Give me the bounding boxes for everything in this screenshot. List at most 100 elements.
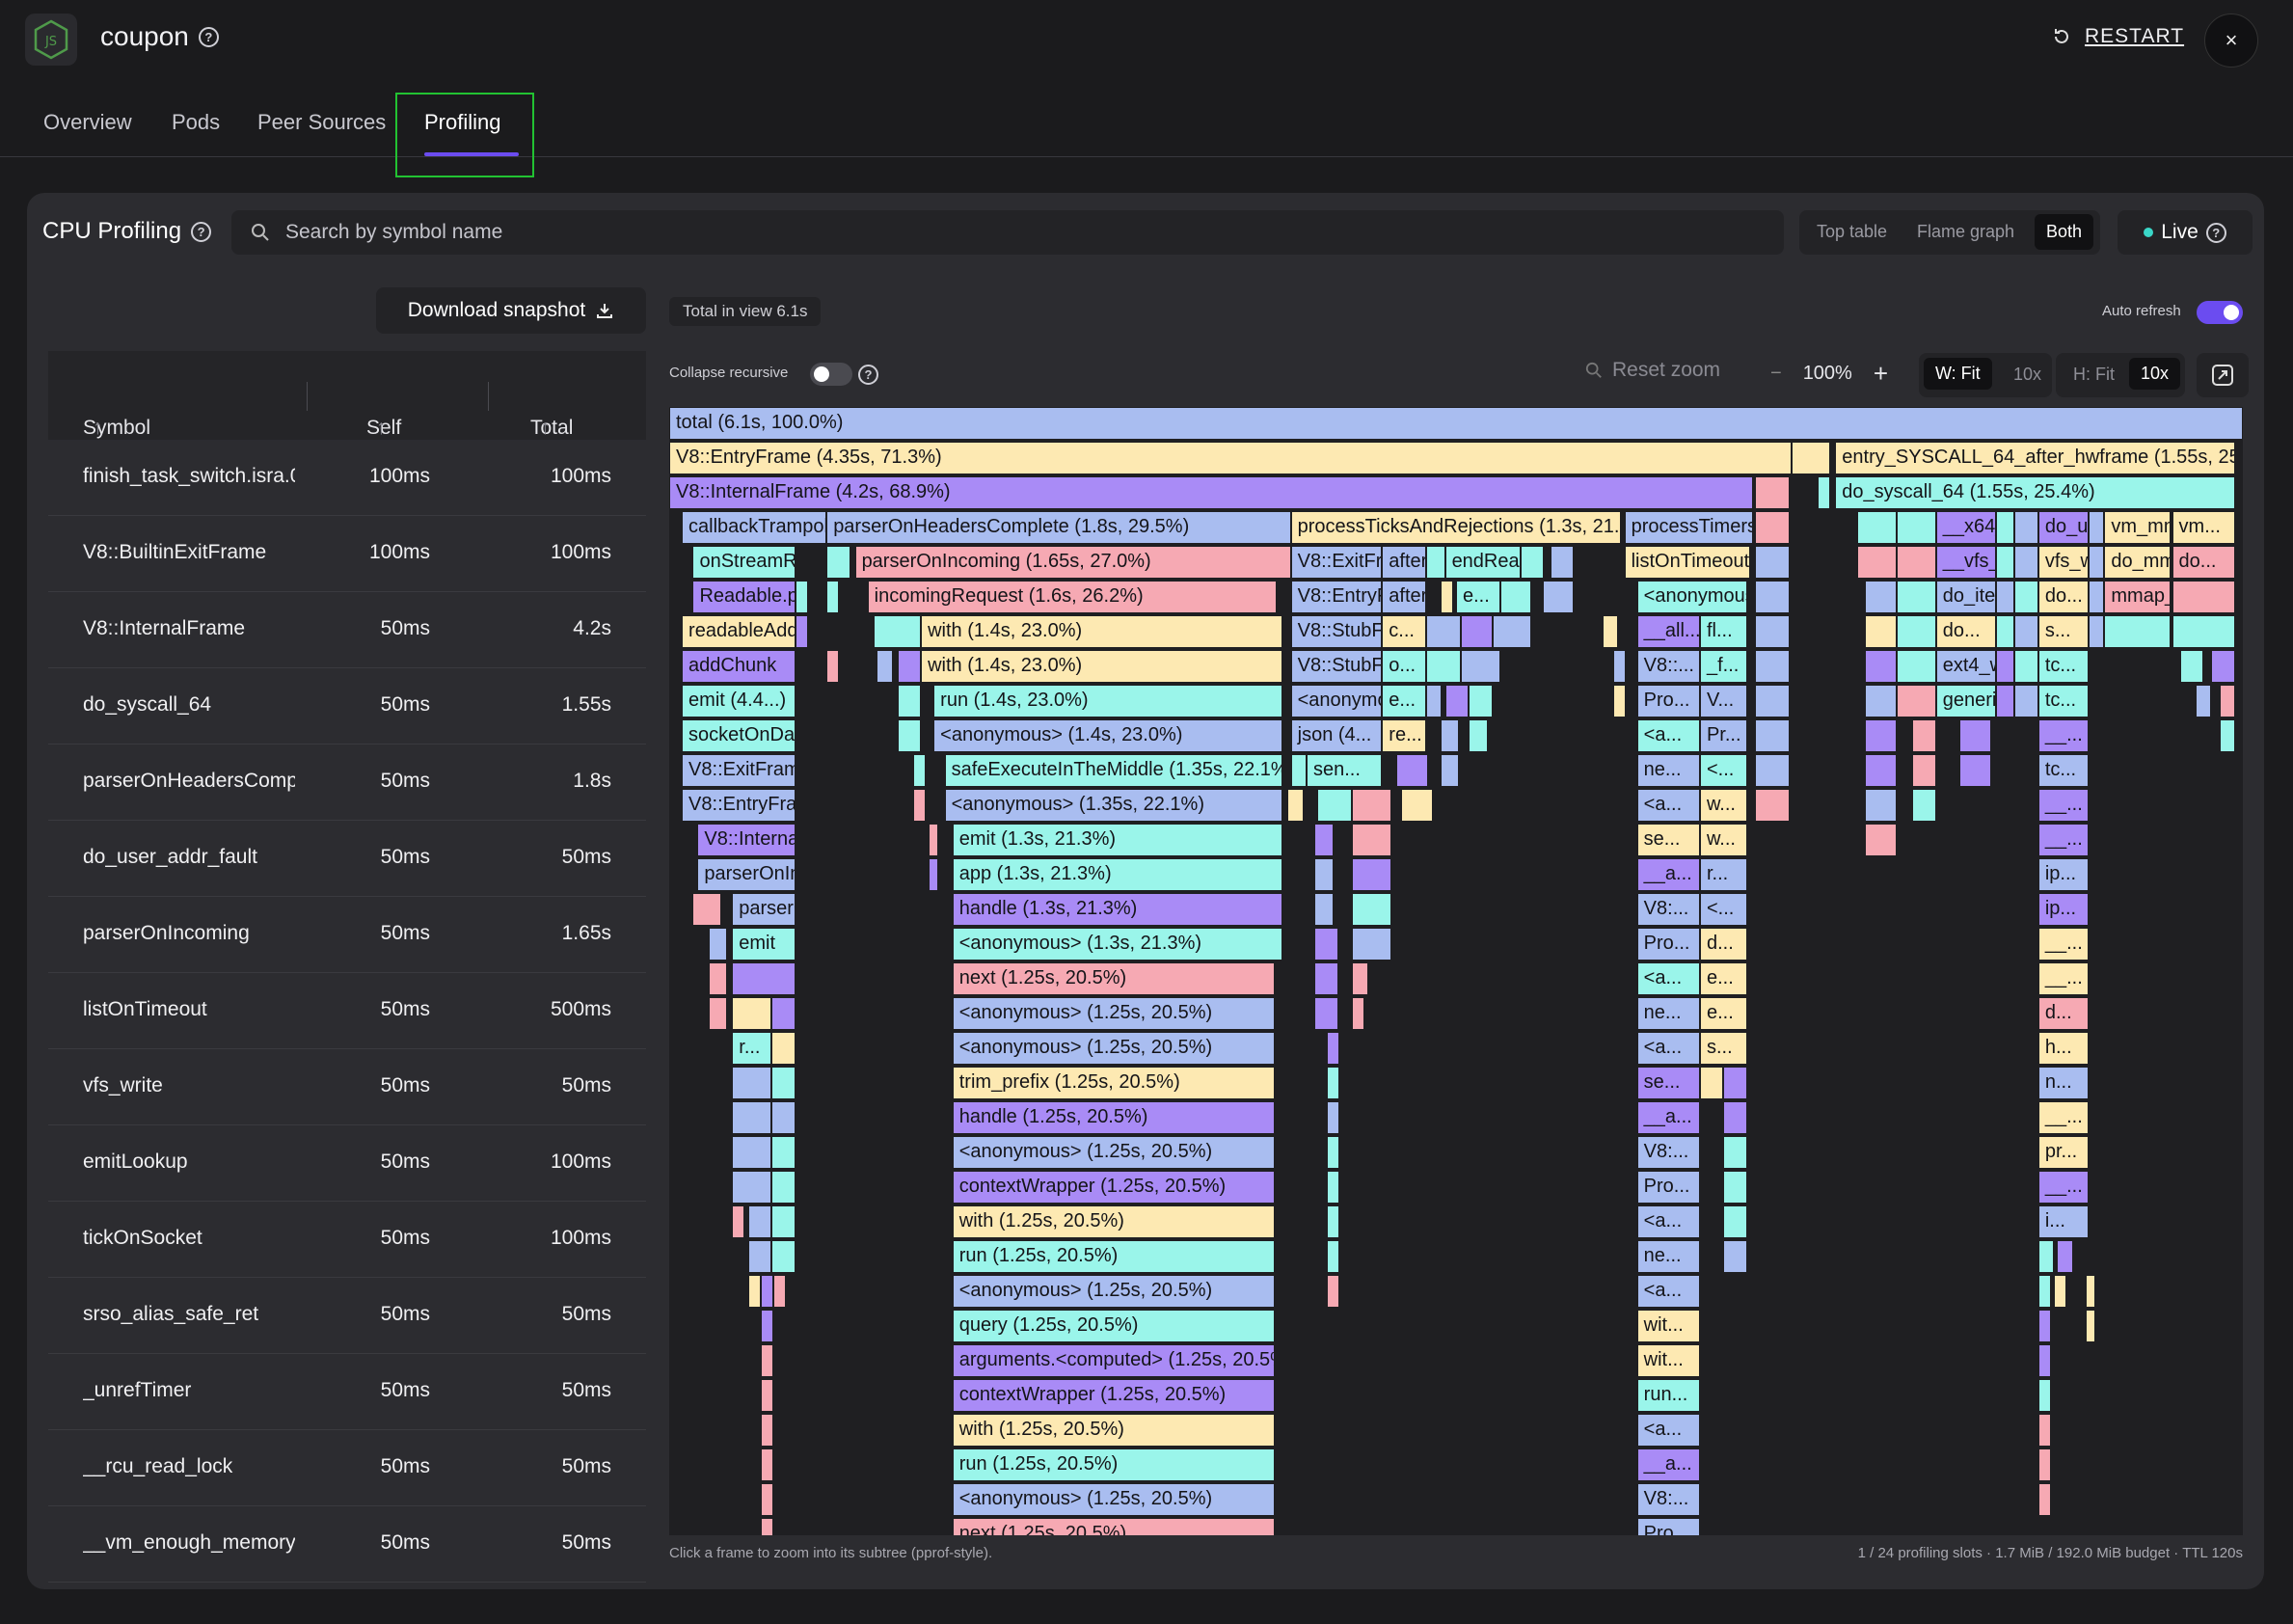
- flame-frame[interactable]: [771, 1067, 796, 1099]
- flame-frame[interactable]: [795, 615, 808, 648]
- view-top-table[interactable]: Top table: [1817, 222, 1887, 242]
- flame-frame[interactable]: mmap_region: [2104, 581, 2171, 613]
- flame-frame[interactable]: [1550, 546, 1575, 579]
- flame-frame[interactable]: [1723, 1067, 1747, 1099]
- flame-frame[interactable]: [1865, 650, 1897, 683]
- flame-frame[interactable]: [2089, 546, 2105, 579]
- flame-frame[interactable]: [2037, 1448, 2051, 1481]
- table-row[interactable]: parserOnIncoming 50ms 1.65s: [48, 897, 646, 973]
- flame-frame[interactable]: do_user_addr_fault: [2037, 511, 2090, 544]
- flame-frame[interactable]: socketOnData: [682, 719, 796, 752]
- flame-frame[interactable]: [760, 1518, 773, 1535]
- flame-frame[interactable]: <anonymous> (1.35s, 22.1%): [944, 789, 1283, 822]
- flame-frame[interactable]: [2037, 1379, 2051, 1412]
- flame-frame[interactable]: [1865, 581, 1897, 613]
- flame-frame[interactable]: ip...: [2037, 893, 2090, 926]
- flame-frame[interactable]: [1327, 1067, 1340, 1099]
- flame-frame[interactable]: [760, 1275, 773, 1308]
- flame-frame[interactable]: [1352, 789, 1392, 822]
- flame-frame[interactable]: <anonymous> (1.3s, 21.3%): [952, 928, 1283, 961]
- flame-frame[interactable]: [772, 1275, 786, 1308]
- flame-frame[interactable]: listOnTimeout: [1624, 546, 1751, 579]
- flame-frame[interactable]: V...: [1699, 685, 1747, 717]
- flame-frame[interactable]: d...: [2037, 997, 2090, 1030]
- flame-frame[interactable]: do...: [2037, 581, 2090, 613]
- flame-frame[interactable]: do_syscall_64 (1.55s, 25.4%): [1835, 476, 2235, 509]
- flame-frame[interactable]: [1755, 581, 1790, 613]
- flame-frame[interactable]: [826, 650, 840, 683]
- table-row[interactable]: V8::InternalFrame 50ms 4.2s: [48, 592, 646, 668]
- flame-frame[interactable]: [1723, 1101, 1747, 1134]
- table-row[interactable]: emitLookup 50ms 100ms: [48, 1125, 646, 1202]
- live-indicator[interactable]: Live ?: [2118, 210, 2253, 255]
- flame-frame[interactable]: [2054, 1275, 2067, 1308]
- flame-frame[interactable]: h...: [2037, 1032, 2090, 1065]
- flame-frame[interactable]: [1723, 1136, 1747, 1169]
- flame-frame[interactable]: se...: [1636, 824, 1700, 856]
- flame-frame[interactable]: [2037, 1344, 2051, 1377]
- flame-frame[interactable]: json (4...: [1290, 719, 1383, 752]
- flame-frame[interactable]: [1469, 719, 1488, 752]
- flame-frame[interactable]: [1723, 1171, 1747, 1204]
- flame-frame[interactable]: [760, 1310, 773, 1342]
- flame-frame[interactable]: [1352, 858, 1392, 891]
- flame-frame[interactable]: [1352, 962, 1368, 995]
- flame-graph[interactable]: total (6.1s, 100.0%) V8::EntryFrame (4.35…: [669, 407, 2243, 1535]
- flame-frame[interactable]: [1865, 824, 1897, 856]
- flame-frame[interactable]: parserOnHeadersComplete (1.8s, 29.5%): [826, 511, 1291, 544]
- flame-frame[interactable]: trim_prefix (1.25s, 20.5%): [952, 1067, 1276, 1099]
- close-button[interactable]: ×: [2204, 14, 2258, 68]
- flame-frame[interactable]: [1912, 754, 1936, 787]
- flame-frame[interactable]: addChunk: [682, 650, 796, 683]
- flame-frame[interactable]: [2089, 615, 2105, 648]
- flame-frame[interactable]: V8::EntryFrame: [682, 789, 796, 822]
- flame-frame[interactable]: [760, 1483, 773, 1516]
- flame-frame[interactable]: [1460, 650, 1500, 683]
- flame-frame[interactable]: with (1.25s, 20.5%): [952, 1414, 1276, 1447]
- flame-frame[interactable]: [1755, 685, 1790, 717]
- flame-frame[interactable]: [1959, 719, 1991, 752]
- flame-frame[interactable]: [760, 1344, 773, 1377]
- flame-frame[interactable]: e...: [1699, 962, 1747, 995]
- flame-frame[interactable]: [747, 1275, 761, 1308]
- flame-frame[interactable]: [1723, 1205, 1747, 1238]
- flame-frame[interactable]: __a...: [1636, 1101, 1700, 1134]
- flame-frame[interactable]: Pr...: [1699, 719, 1747, 752]
- flame-frame[interactable]: [912, 754, 926, 787]
- flame-frame[interactable]: [1857, 546, 1897, 579]
- flame-frame[interactable]: contextWrapper (1.25s, 20.5%): [952, 1379, 1276, 1412]
- flame-frame[interactable]: [2014, 511, 2038, 544]
- help-icon[interactable]: ?: [2205, 222, 2226, 243]
- flame-frame[interactable]: [2014, 546, 2038, 579]
- flame-frame[interactable]: <a...: [1636, 719, 1700, 752]
- flame-frame[interactable]: [2085, 1275, 2095, 1308]
- flame-frame[interactable]: emit (4.4...): [682, 685, 796, 717]
- flame-frame[interactable]: e...: [1456, 581, 1500, 613]
- flame-frame[interactable]: pr...: [2037, 1136, 2090, 1169]
- flame-frame[interactable]: <anonymous> (1.25s, 20.5%): [952, 1483, 1276, 1516]
- flame-frame[interactable]: [1755, 650, 1790, 683]
- flame-frame[interactable]: [897, 650, 922, 683]
- flame-frame[interactable]: [2104, 615, 2171, 648]
- flame-frame[interactable]: [2014, 685, 2038, 717]
- flame-frame[interactable]: [2037, 1414, 2051, 1447]
- flame-frame[interactable]: [1995, 511, 2015, 544]
- flame-frame[interactable]: handle (1.25s, 20.5%): [952, 1101, 1276, 1134]
- flame-frame[interactable]: [732, 1171, 772, 1204]
- flame-frame[interactable]: [708, 928, 728, 961]
- flame-frame[interactable]: __...: [2037, 824, 2090, 856]
- flame-frame[interactable]: [2219, 685, 2235, 717]
- flame-frame[interactable]: [1440, 719, 1460, 752]
- flame-frame[interactable]: [1314, 893, 1334, 926]
- flame-frame[interactable]: ip...: [2037, 858, 2090, 891]
- flame-frame[interactable]: [747, 1205, 772, 1238]
- tab-overview[interactable]: Overview: [43, 110, 132, 135]
- flame-frame[interactable]: V8::EntryFrame (4.35s, 71.3%): [669, 442, 1792, 474]
- flame-frame[interactable]: [929, 858, 939, 891]
- symbol-search-input[interactable]: Search by symbol name: [231, 210, 1784, 255]
- flame-frame[interactable]: run...: [1636, 1379, 1700, 1412]
- flame-frame[interactable]: <a...: [1636, 1032, 1700, 1065]
- flame-frame[interactable]: [1499, 581, 1532, 613]
- flame-frame[interactable]: [826, 546, 850, 579]
- flame-frame[interactable]: emit: [732, 928, 796, 961]
